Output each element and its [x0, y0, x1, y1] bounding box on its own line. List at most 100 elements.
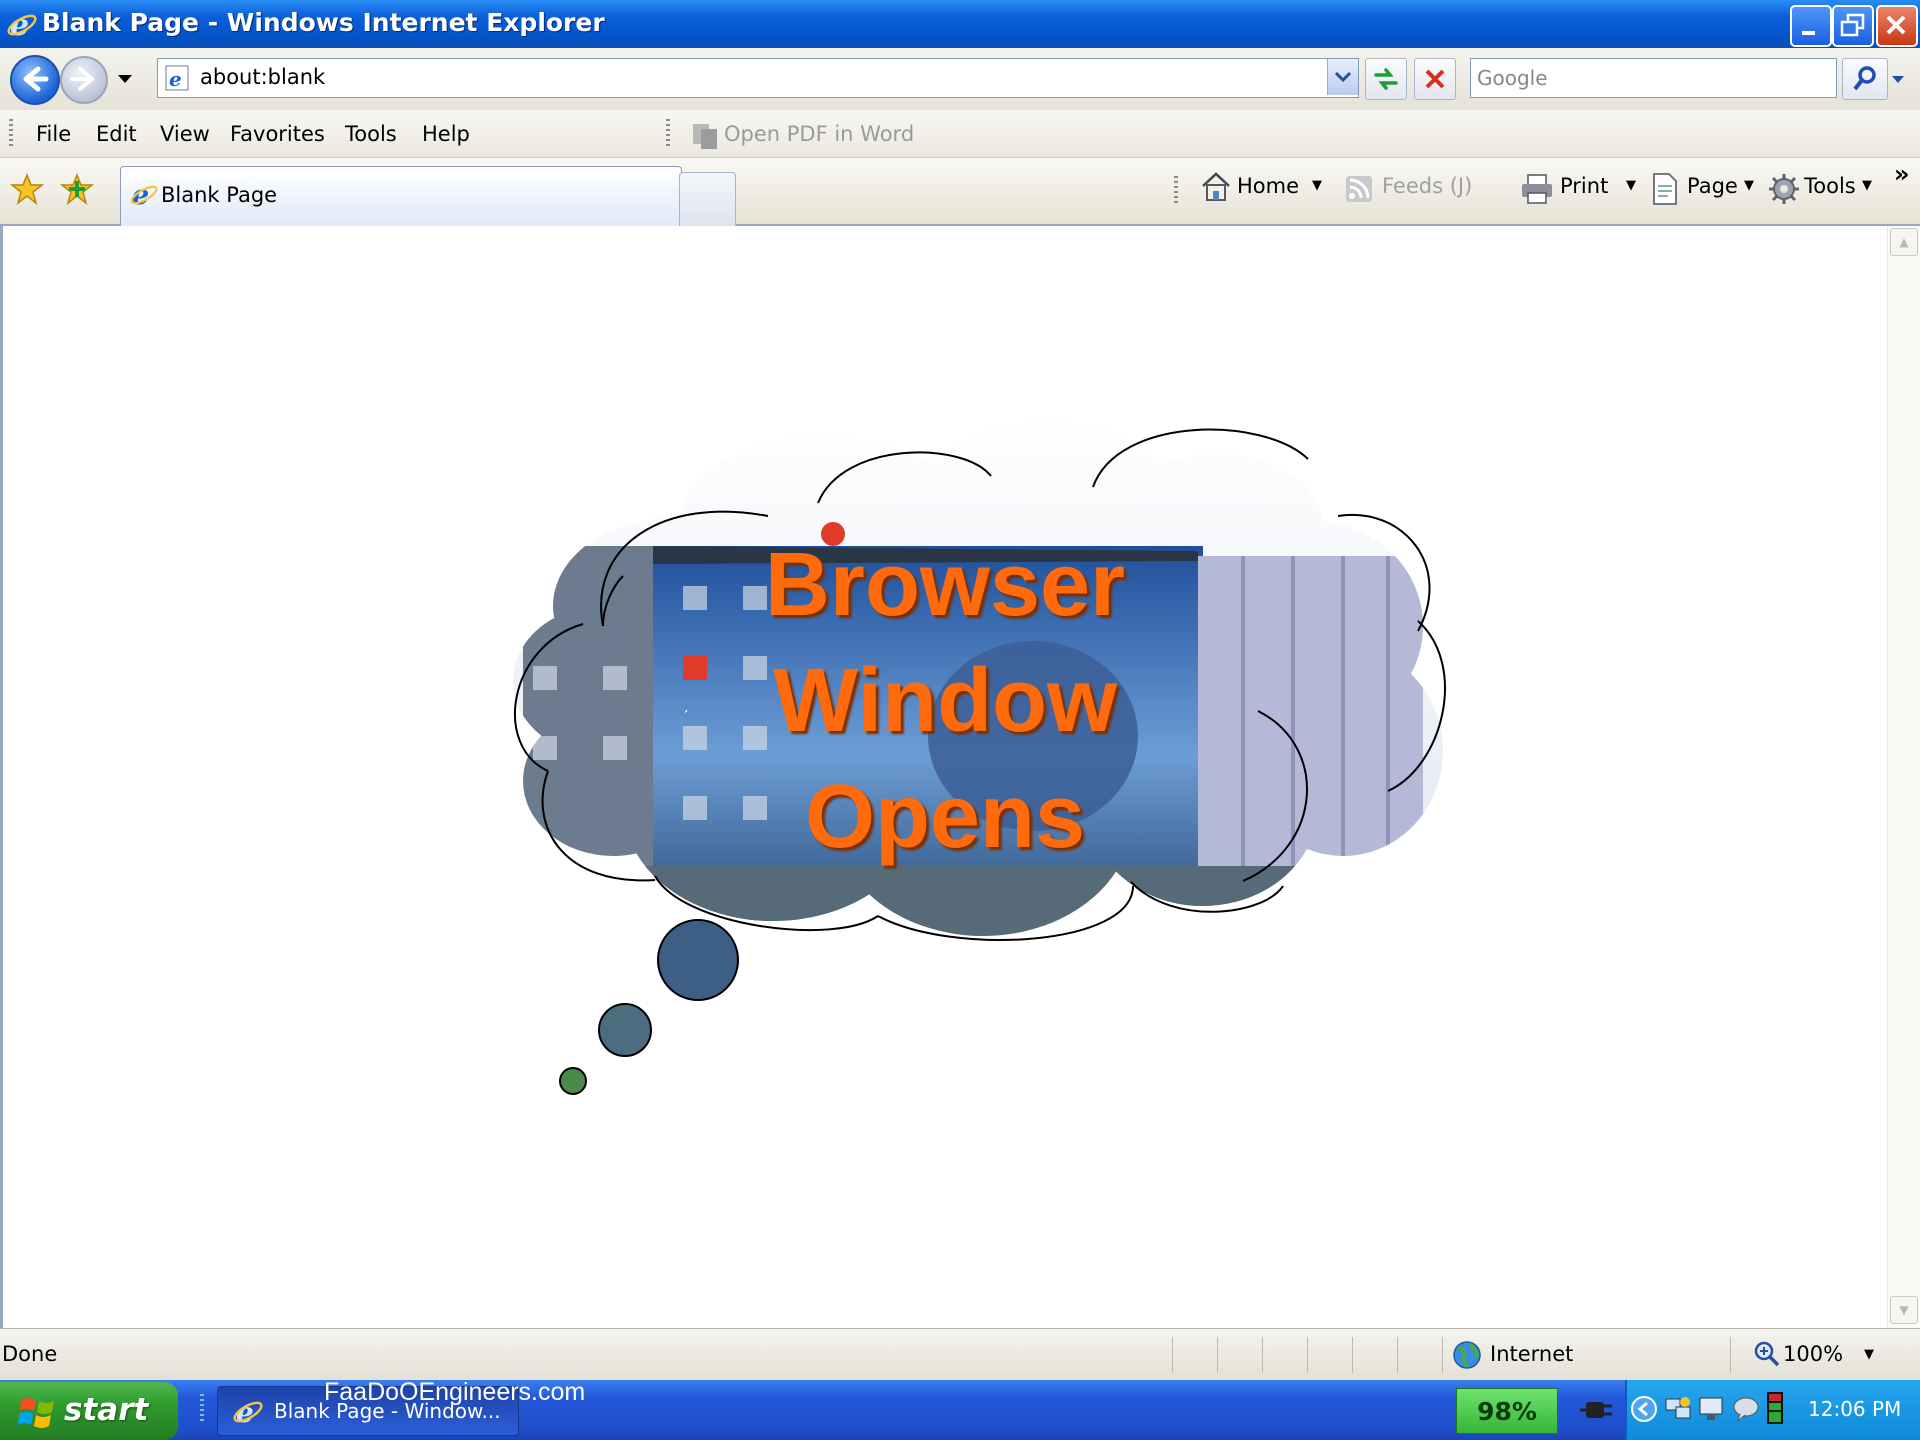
menu-edit[interactable]: Edit	[96, 122, 137, 146]
ie-logo-icon: e	[7, 8, 37, 40]
vertical-scrollbar[interactable]: ▲ ▼	[1887, 226, 1920, 1328]
search-placeholder: Google	[1477, 66, 1548, 90]
address-dropdown-button[interactable]	[1327, 59, 1358, 95]
menu-bar: File Edit View Favorites Tools Help Open…	[0, 110, 1920, 158]
ie-taskbar-icon: e	[233, 1396, 263, 1427]
page-ie-icon: e	[165, 65, 189, 91]
pdf-word-icon	[693, 124, 717, 149]
refresh-button[interactable]	[1365, 58, 1407, 100]
stop-icon	[1425, 69, 1445, 89]
address-input[interactable]: e about:blank	[157, 58, 1359, 98]
watermark-text: FaaDoOEngineers.com	[324, 1378, 586, 1406]
add-favorites-icon[interactable]	[60, 172, 94, 206]
taskbar: start e Blank Page - Window... FaaDoOEng…	[0, 1378, 1920, 1440]
status-divider	[1442, 1337, 1443, 1373]
home-icon[interactable]	[1200, 170, 1232, 204]
status-divider	[1397, 1337, 1398, 1373]
menu-grip[interactable]	[9, 119, 13, 149]
more-commands-chevron[interactable]: »	[1894, 160, 1910, 188]
address-url: about:blank	[200, 65, 326, 89]
new-tab-button[interactable]	[679, 172, 736, 227]
minimize-icon	[1802, 31, 1815, 35]
page-icon[interactable]	[1650, 172, 1680, 206]
tab-blank-page[interactable]: e Blank Page	[120, 166, 682, 227]
page-content: Browser Window Opens ▲ ▼	[0, 226, 1920, 1328]
minimize-button[interactable]	[1790, 5, 1832, 47]
stop-button[interactable]	[1414, 58, 1456, 100]
battery-indicator[interactable]: 98%	[1456, 1388, 1558, 1434]
cpu-meter-icon[interactable]	[1765, 1390, 1785, 1426]
close-icon	[1886, 15, 1906, 35]
refresh-icon	[1374, 68, 1398, 90]
page-dropdown[interactable]: ▼	[1744, 178, 1754, 193]
cloud-text-line-2: Window	[772, 651, 1118, 751]
start-button[interactable]: start	[0, 1382, 178, 1440]
print-button[interactable]: Print	[1560, 174, 1608, 198]
svg-text:e: e	[169, 67, 182, 91]
display-icon[interactable]	[1697, 1394, 1727, 1424]
search-options-dropdown[interactable]	[1886, 70, 1910, 88]
status-divider	[1307, 1337, 1308, 1373]
menu-help[interactable]: Help	[422, 122, 470, 146]
restore-icon	[1840, 13, 1865, 37]
favorites-star-icon[interactable]	[10, 172, 44, 206]
menu-tools[interactable]: Tools	[345, 122, 397, 146]
scroll-up-button[interactable]: ▲	[1890, 228, 1918, 256]
tray-expand-icon[interactable]	[1629, 1394, 1659, 1424]
power-plug-icon[interactable]	[1578, 1394, 1614, 1426]
scroll-down-button[interactable]: ▼	[1890, 1296, 1918, 1324]
security-zone[interactable]: Internet	[1490, 1342, 1573, 1366]
chevron-down-icon	[1334, 71, 1352, 83]
title-bar[interactable]: e Blank Page - Windows Internet Explorer	[0, 0, 1920, 48]
home-button[interactable]: Home	[1237, 174, 1299, 198]
tools-dropdown[interactable]: ▼	[1862, 178, 1872, 193]
command-bar-grip[interactable]	[1174, 176, 1178, 206]
feeds-icon[interactable]	[1345, 175, 1373, 203]
network-icon[interactable]	[1663, 1394, 1693, 1424]
status-text: Done	[2, 1342, 58, 1366]
ie-tab-icon: e	[130, 180, 158, 209]
open-pdf-in-word-button[interactable]: Open PDF in Word	[724, 122, 914, 146]
tools-gear-icon[interactable]	[1768, 173, 1800, 205]
address-toolbar: e about:blank Google	[0, 48, 1920, 110]
battery-percent: 98%	[1477, 1397, 1537, 1426]
cloud-text-line-3: Opens	[804, 767, 1086, 867]
status-divider	[1730, 1337, 1731, 1373]
start-label: start	[64, 1392, 149, 1428]
messenger-icon[interactable]	[1731, 1394, 1761, 1424]
search-button[interactable]	[1842, 58, 1888, 100]
home-dropdown[interactable]: ▼	[1312, 178, 1322, 193]
taskbar-grip[interactable]	[200, 1394, 204, 1424]
print-icon[interactable]	[1520, 173, 1554, 205]
menu-view[interactable]: View	[160, 122, 210, 146]
feeds-button[interactable]: Feeds (J)	[1382, 174, 1472, 198]
taskbar-clock[interactable]: 12:06 PM	[1808, 1397, 1901, 1421]
zoom-level[interactable]: 100%	[1783, 1342, 1843, 1366]
recent-pages-dropdown[interactable]	[116, 72, 134, 86]
status-divider	[1172, 1337, 1173, 1373]
status-bar: Done Internet 100% ▼	[0, 1328, 1920, 1380]
zoom-dropdown[interactable]: ▼	[1864, 1347, 1874, 1362]
thought-bubbles	[559, 919, 739, 1095]
restore-button[interactable]	[1832, 5, 1874, 47]
page-button[interactable]: Page	[1687, 174, 1738, 198]
cloud-text-line-1: Browser	[764, 535, 1126, 635]
tools-button[interactable]: Tools	[1804, 174, 1856, 198]
windows-logo-icon	[18, 1398, 54, 1428]
back-button[interactable]	[10, 55, 60, 105]
forward-button[interactable]	[60, 56, 108, 104]
zoom-icon[interactable]	[1753, 1340, 1781, 1368]
tab-label: Blank Page	[161, 183, 278, 207]
menu-file[interactable]: File	[36, 122, 71, 146]
tab-bar: e Blank Page Home ▼ Feeds (J) Print ▼ Pa…	[0, 158, 1920, 227]
globe-icon	[1453, 1341, 1481, 1369]
status-divider	[1352, 1337, 1353, 1373]
menu-favorites[interactable]: Favorites	[230, 122, 325, 146]
search-input[interactable]: Google	[1470, 58, 1837, 98]
window-title: Blank Page - Windows Internet Explorer	[42, 8, 605, 37]
status-divider	[1262, 1337, 1263, 1373]
close-button[interactable]	[1876, 5, 1918, 47]
search-icon	[1853, 66, 1876, 91]
print-dropdown[interactable]: ▼	[1626, 178, 1636, 193]
toolbar-grip[interactable]	[666, 119, 670, 149]
